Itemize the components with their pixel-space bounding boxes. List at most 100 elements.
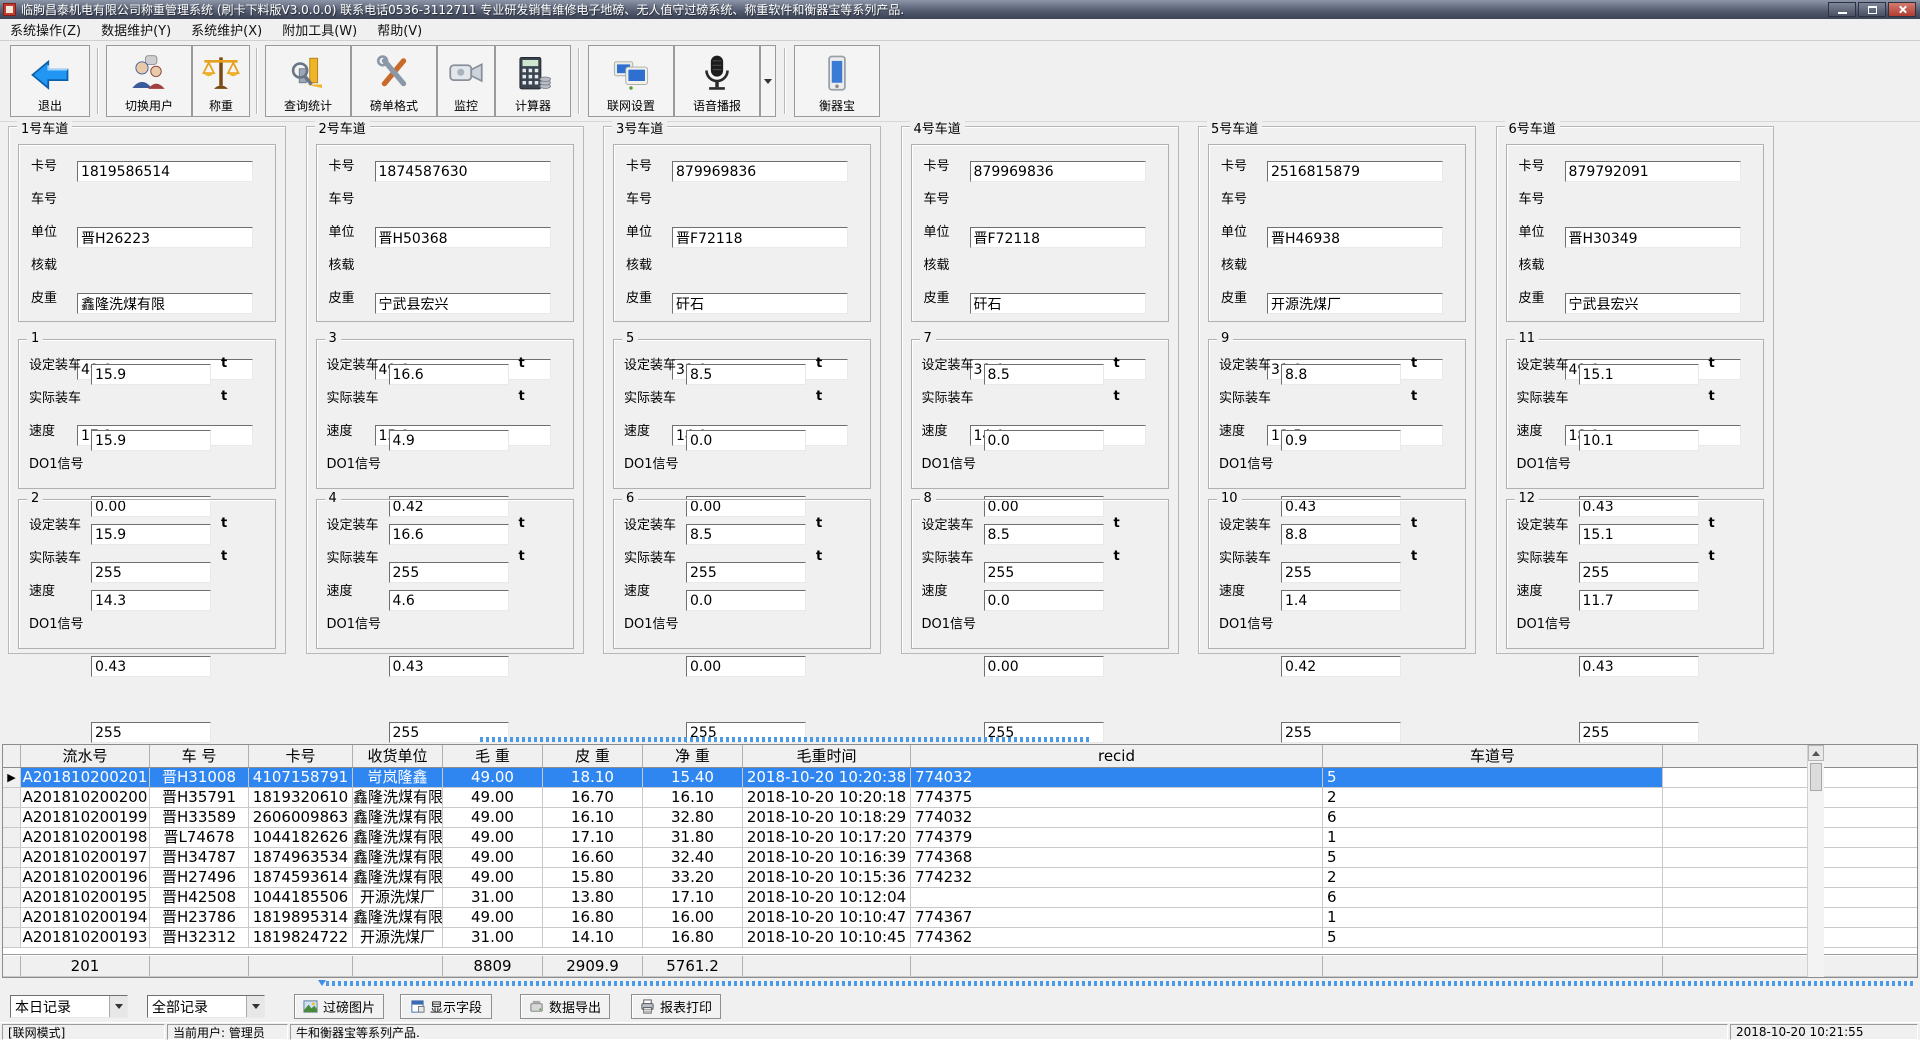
summary-cell	[743, 956, 911, 976]
monitor-camera-icon	[445, 53, 487, 95]
set-load-input[interactable]	[686, 364, 806, 385]
exit-button[interactable]: 退出	[10, 45, 90, 117]
show-fields-button[interactable]: 显示字段	[400, 994, 492, 1019]
grid-bottom-scroll-indicator[interactable]	[326, 981, 1915, 986]
set-load-input[interactable]	[389, 364, 509, 385]
speed-label: 速度	[1517, 580, 1543, 599]
set-load-input[interactable]	[1281, 364, 1401, 385]
tare-label: 皮重	[31, 287, 57, 306]
network-settings-button[interactable]: 联网设置	[588, 45, 674, 117]
set-load-input[interactable]	[1281, 524, 1401, 545]
plate-label: 车号	[31, 188, 57, 207]
maximize-button[interactable]	[1858, 2, 1886, 17]
table-row[interactable]: A201810200198晋L746781044182626鑫隆洗煤有限49.0…	[3, 828, 1917, 848]
do1-signal-input[interactable]	[91, 722, 211, 743]
hopper-number: 9	[1217, 331, 1233, 346]
voice-broadcast-button[interactable]: 语音播报	[674, 45, 760, 117]
set-load-input[interactable]	[389, 524, 509, 545]
card-number-input[interactable]	[1267, 161, 1443, 182]
do1-signal-label: DO1信号	[1517, 453, 1572, 472]
speed-input[interactable]	[91, 656, 211, 677]
grid-cell: 2	[1323, 788, 1663, 807]
summary-cell	[150, 956, 249, 976]
set-load-input[interactable]	[686, 524, 806, 545]
menu-data-maintenance[interactable]: 数据维护(Y)	[91, 18, 181, 41]
grid-cell: 1044185506	[249, 888, 353, 907]
voice-broadcast-dropdown[interactable]	[760, 45, 776, 117]
set-load-input[interactable]	[1579, 364, 1699, 385]
menu-help[interactable]: 帮助(V)	[367, 18, 432, 41]
grid-cell: 774362	[911, 928, 1323, 947]
ton-unit-label: t	[519, 516, 525, 531]
speed-input[interactable]	[984, 656, 1104, 677]
ticket-format-button[interactable]: 磅单格式	[351, 45, 437, 117]
card-number-input[interactable]	[672, 161, 848, 182]
query-statistics-button[interactable]: 查询统计	[265, 45, 351, 117]
table-row[interactable]: A201810200196晋H274961874593614鑫隆洗煤有限49.0…	[3, 868, 1917, 888]
do1-signal-input[interactable]	[1281, 722, 1401, 743]
button-label: 显示字段	[430, 997, 482, 1016]
report-print-button[interactable]: 报表打印	[631, 994, 721, 1019]
combo-arrow-button[interactable]	[109, 996, 127, 1017]
minimize-button[interactable]	[1828, 2, 1856, 17]
menu-extra-tools[interactable]: 附加工具(W)	[272, 18, 367, 41]
scroll-up-button[interactable]	[1808, 745, 1824, 761]
grid-cell: 774375	[911, 788, 1323, 807]
toolbar-label: 语音播报	[693, 97, 741, 114]
card-number-input[interactable]	[970, 161, 1146, 182]
grid-cell: A201810200200	[21, 788, 150, 807]
table-row[interactable]: A201810200195晋H425081044185506开源洗煤厂31.00…	[3, 888, 1917, 908]
weigh-button[interactable]: 称重	[192, 45, 250, 117]
speed-input[interactable]	[389, 656, 509, 677]
table-row[interactable]: A201810200193晋H323121819824722开源洗煤厂31.00…	[3, 928, 1917, 948]
combo-arrow-button[interactable]	[246, 996, 264, 1017]
calculator-button[interactable]: 计算器	[495, 45, 571, 117]
card-number-input[interactable]	[1565, 161, 1741, 182]
speed-input[interactable]	[1281, 656, 1401, 677]
capacity-label: 核载	[31, 254, 57, 273]
set-load-input[interactable]	[1579, 524, 1699, 545]
card-number-input[interactable]	[375, 161, 551, 182]
grid-cell: 1	[1323, 908, 1663, 927]
set-load-input[interactable]	[984, 364, 1104, 385]
summary-cell: 5761.2	[643, 956, 743, 976]
table-row[interactable]: A201810200197晋H347871874963534鑫隆洗煤有限49.0…	[3, 848, 1917, 868]
ton-unit-label: t	[221, 549, 227, 564]
record-filter-select[interactable]: 全部记录	[147, 995, 265, 1018]
card-label: 卡号	[626, 155, 652, 174]
ton-unit-label: t	[221, 356, 227, 371]
grid-top-scroll-indicator[interactable]	[480, 737, 1090, 742]
data-export-button[interactable]: 数据导出	[520, 994, 610, 1019]
grid-cell: 774368	[911, 848, 1323, 867]
menu-system-maintenance[interactable]: 系统维护(X)	[181, 18, 272, 41]
monitor-button[interactable]: 监控	[437, 45, 495, 117]
speed-input[interactable]	[1579, 656, 1699, 677]
grid-cell: 32.40	[643, 848, 743, 867]
chevron-down-icon	[252, 1004, 260, 1009]
menu-system-operation[interactable]: 系统操作(Z)	[0, 18, 91, 41]
record-range-select[interactable]: 本日记录	[10, 995, 128, 1018]
close-button[interactable]	[1888, 2, 1916, 17]
speed-label: 速度	[624, 420, 650, 439]
hengqibao-button[interactable]: 衡器宝	[794, 45, 880, 117]
table-row[interactable]: A201810200199晋H335892606009863鑫隆洗煤有限49.0…	[3, 808, 1917, 828]
weigh-photo-button[interactable]: 过磅图片	[294, 994, 384, 1019]
scrollbar-thumb[interactable]	[1810, 763, 1822, 791]
summary-row[interactable]: 20188092909.95761.2	[3, 955, 1917, 977]
voice-microphone-icon	[696, 53, 738, 95]
menu-bar: 系统操作(Z) 数据维护(Y) 系统维护(X) 附加工具(W) 帮助(V)	[0, 19, 1920, 41]
set-load-input[interactable]	[984, 524, 1104, 545]
grid-vertical-scrollbar[interactable]	[1807, 745, 1824, 977]
do1-signal-input[interactable]	[1579, 722, 1699, 743]
table-row[interactable]: A201810200200晋H357911819320610鑫隆洗煤有限49.0…	[3, 788, 1917, 808]
speed-input[interactable]	[686, 656, 806, 677]
set-load-input[interactable]	[91, 524, 211, 545]
set-load-input[interactable]	[91, 364, 211, 385]
table-row[interactable]: ▶A201810200201晋H310084107158791岢岚隆鑫49.00…	[3, 768, 1917, 788]
table-row[interactable]: A201810200194晋H237861819895314鑫隆洗煤有限49.0…	[3, 908, 1917, 928]
lane-panel: 4号车道 卡号 车号 单位 核载 皮重 7 设定装车t 实际装车t 速度 DO1…	[901, 126, 1179, 654]
grid-column-header: 毛 重	[443, 745, 543, 767]
grid-cell: 32.80	[643, 808, 743, 827]
switch-user-button[interactable]: 切换用户	[106, 45, 192, 117]
card-number-input[interactable]	[77, 161, 253, 182]
